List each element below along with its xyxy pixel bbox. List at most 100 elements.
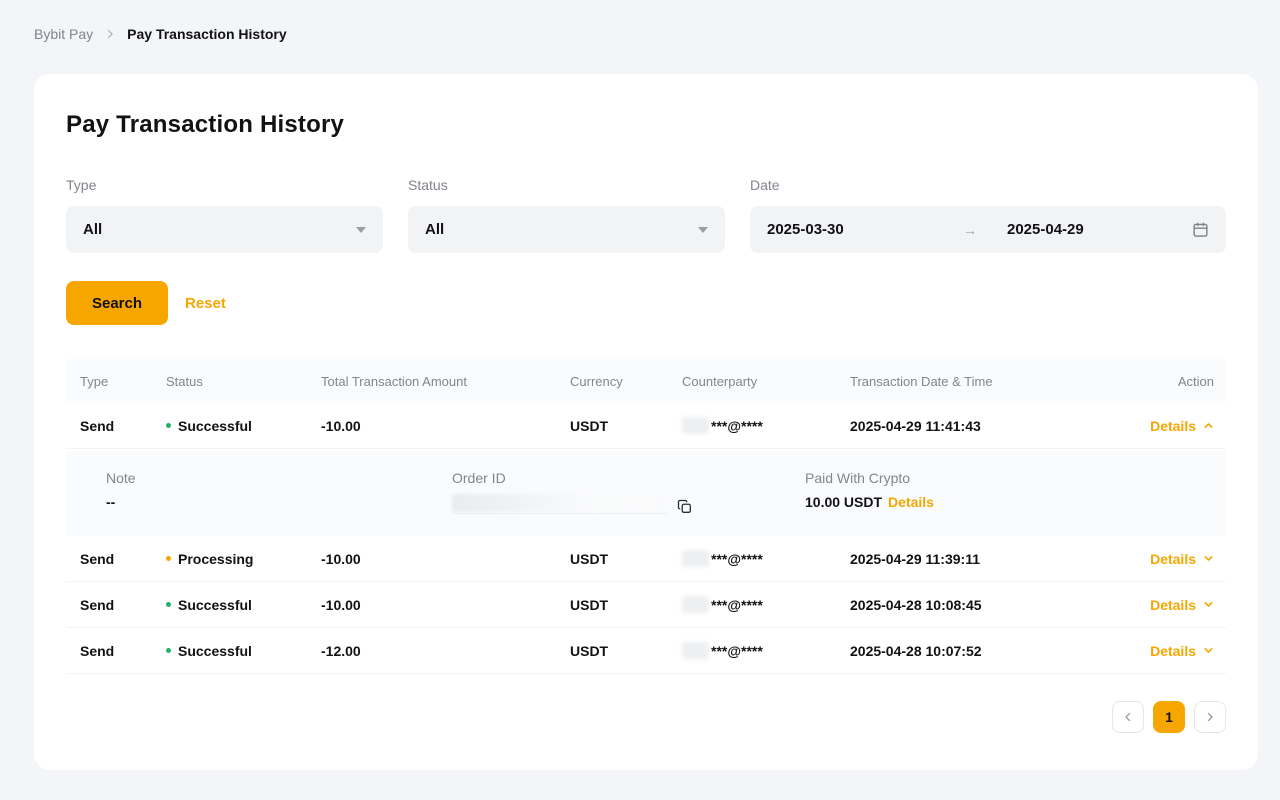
header-status: Status [166,374,321,389]
cell-action: Details [1116,551,1226,567]
details-toggle-button[interactable]: Details [1150,643,1214,659]
redacted-counterparty-blur [682,550,709,567]
details-label: Details [1150,597,1196,613]
counterparty-text: ***@**** [711,418,763,434]
counterparty-text: ***@**** [711,551,763,567]
paid-with-crypto-section: Paid With Crypto 10.00 USDT Details [805,470,1226,514]
chevron-up-icon [1203,420,1214,431]
cell-currency: USDT [570,597,682,613]
counterparty-text: ***@**** [711,643,763,659]
chevron-right-icon [104,28,116,40]
search-button[interactable]: Search [66,281,168,325]
details-label: Details [1150,418,1196,434]
note-label: Note [106,470,452,486]
paid-details-link[interactable]: Details [888,494,934,510]
pay-transaction-history-card: Pay Transaction History Type All Status … [34,74,1258,770]
table-row: Send Successful -10.00 USDT ***@**** 202… [66,582,1226,628]
chevron-down-icon [1203,553,1214,564]
paid-with-crypto-label: Paid With Crypto [805,470,1226,486]
date-filter-label: Date [750,177,1226,193]
details-toggle-button[interactable]: Details [1150,597,1214,613]
cell-type: Send [80,418,166,434]
cell-counterparty: ***@**** [682,642,850,659]
page-number-button[interactable]: 1 [1153,701,1185,733]
redacted-order-id-blur [452,494,668,512]
header-currency: Currency [570,374,682,389]
filter-actions: Search Reset [66,281,1226,325]
cell-currency: USDT [570,643,682,659]
transactions-table: Type Status Total Transaction Amount Cur… [66,359,1226,674]
status-text: Successful [178,597,252,613]
cell-status: Successful [166,597,321,613]
breadcrumb-parent[interactable]: Bybit Pay [34,26,93,42]
cell-currency: USDT [570,418,682,434]
details-toggle-button[interactable]: Details [1150,551,1214,567]
cell-amount: -10.00 [321,551,570,567]
redacted-counterparty-blur [682,417,709,434]
status-filter-group: Status All [408,177,725,253]
breadcrumb: Bybit Pay Pay Transaction History [34,26,287,42]
copy-icon[interactable] [677,499,692,514]
status-filter-label: Status [408,177,725,193]
cell-counterparty: ***@**** [682,417,850,434]
status-select[interactable]: All [408,206,725,253]
cell-action: Details [1116,418,1226,434]
table-row: Send Successful -12.00 USDT ***@**** 202… [66,628,1226,674]
date-range-picker[interactable]: 2025-03-30 → 2025-04-29 [750,206,1226,253]
status-text: Successful [178,418,252,434]
cell-type: Send [80,643,166,659]
calendar-icon[interactable] [1192,221,1209,238]
chevron-down-icon [698,227,708,233]
chevron-down-icon [1203,599,1214,610]
status-text: Successful [178,643,252,659]
type-filter-label: Type [66,177,383,193]
cell-datetime: 2025-04-28 10:07:52 [850,643,1116,659]
status-dot-icon [166,556,171,561]
table-row: Send Successful -10.00 USDT ***@**** 202… [66,403,1226,449]
header-type: Type [80,374,166,389]
cell-counterparty: ***@**** [682,596,850,613]
cell-type: Send [80,551,166,567]
details-label: Details [1150,643,1196,659]
header-action: Action [1116,374,1226,389]
order-id-value-row [452,494,692,514]
cell-currency: USDT [570,551,682,567]
redacted-counterparty-blur [682,642,709,659]
cell-counterparty: ***@**** [682,550,850,567]
reset-button[interactable]: Reset [183,291,228,316]
date-end-value[interactable]: 2025-04-29 [977,221,1192,238]
pagination: 1 [66,701,1226,733]
redacted-counterparty-blur [682,596,709,613]
details-toggle-button[interactable]: Details [1150,418,1214,434]
cell-status: Processing [166,551,321,567]
prev-page-button[interactable] [1112,701,1144,733]
type-select-value: All [83,221,356,238]
status-dot-icon [166,602,171,607]
note-value: -- [106,494,452,510]
counterparty-text: ***@**** [711,597,763,613]
cell-amount: -10.00 [321,597,570,613]
filter-bar: Type All Status All Date 2025-03-30 → 20… [66,177,1226,253]
status-dot-icon [166,648,171,653]
header-counterparty: Counterparty [682,374,850,389]
cell-datetime: 2025-04-28 10:08:45 [850,597,1116,613]
paid-with-crypto-value: 10.00 USDT [805,494,882,510]
status-text: Processing [178,551,253,567]
cell-action: Details [1116,643,1226,659]
cell-amount: -12.00 [321,643,570,659]
arrow-right-icon: → [963,222,977,238]
date-start-value[interactable]: 2025-03-30 [767,221,963,238]
cell-type: Send [80,597,166,613]
date-filter-group: Date 2025-03-30 → 2025-04-29 [750,177,1226,253]
header-datetime: Transaction Date & Time [850,374,1116,389]
chevron-down-icon [356,227,366,233]
table-row: Send Processing -10.00 USDT ***@**** 202… [66,536,1226,582]
next-page-button[interactable] [1194,701,1226,733]
cell-action: Details [1116,597,1226,613]
cell-status: Successful [166,643,321,659]
header-amount: Total Transaction Amount [321,374,570,389]
status-dot-icon [166,423,171,428]
order-id-section: Order ID [452,470,805,514]
type-select[interactable]: All [66,206,383,253]
cell-datetime: 2025-04-29 11:41:43 [850,418,1116,434]
